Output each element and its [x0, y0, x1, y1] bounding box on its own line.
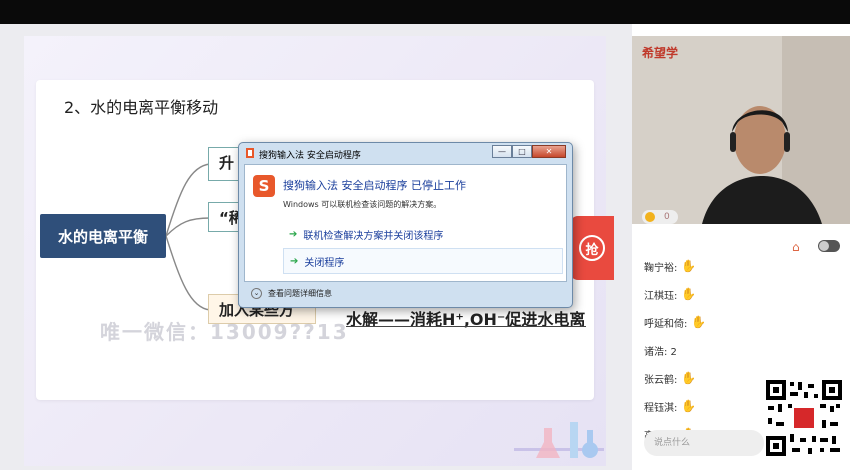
brand-logo: 希望学	[642, 46, 679, 60]
green-arrow-icon: ➔	[290, 255, 299, 267]
close-program-option[interactable]: ➔ 关闭程序	[283, 248, 563, 274]
raise-hand-icon: ✋	[681, 259, 697, 273]
dialog-heading: 搜狗输入法 安全启动程序 已停止工作	[283, 179, 466, 192]
app-window-icon	[246, 148, 254, 158]
chat-toggle[interactable]	[818, 240, 840, 252]
teacher-video: 希望学	[632, 36, 850, 224]
chat-input[interactable]: 说点什么	[644, 430, 764, 456]
home-icon[interactable]: ⌂	[792, 240, 800, 254]
chat-sender: 张云鹤:	[644, 374, 678, 386]
chat-message: 程钰淇: ✋	[644, 392, 774, 420]
note-underline	[346, 326, 586, 327]
chat-sender: 呼延和倚:	[644, 318, 688, 330]
raise-hand-icon: ✋	[681, 371, 697, 385]
dialog-body: S 搜狗输入法 安全启动程序 已停止工作 Windows 可以联机检查该问题的解…	[244, 164, 567, 282]
coin-counter: 0	[642, 210, 678, 224]
lab-flask-icon	[514, 422, 604, 458]
raise-hand-icon: ✋	[681, 399, 697, 413]
minimize-button[interactable]: —	[492, 145, 512, 158]
dialog-subtext: Windows 可以联机检查该问题的解决方案。	[283, 200, 442, 209]
chat-sender: 鞠宁裕:	[644, 262, 678, 274]
check-online-label: 联机检查解决方案并关闭该程序	[303, 230, 444, 242]
chat-sender: 程钰淇:	[644, 402, 678, 414]
raise-hand-icon: ✋	[691, 315, 707, 329]
error-dialog: 搜狗输入法 安全启动程序 — □ ✕ S 搜狗输入法 安全启动程序 已停止工作 …	[238, 142, 573, 308]
chat-message: 呼延和倚: ✋	[644, 308, 774, 336]
chat-message: 鞠宁裕: ✋	[644, 252, 774, 280]
chat-message: 张云鹤: ✋	[644, 364, 774, 392]
coin-icon	[645, 212, 655, 222]
chevron-down-icon: ⌄	[251, 288, 262, 299]
qr-code-icon	[764, 378, 844, 458]
chat-sender: 江棋珏:	[644, 290, 678, 302]
coin-count: 0	[664, 212, 670, 222]
close-program-label: 关闭程序	[304, 257, 345, 269]
sogou-logo-icon: S	[253, 175, 275, 197]
watermark-text: 唯一微信：13009??13	[100, 320, 349, 344]
grab-button-label: 抢	[579, 235, 605, 261]
slide-section-title: 2、水的电离平衡移动	[64, 98, 219, 117]
mindmap-root-node: 水的电离平衡	[40, 214, 166, 258]
toggle-knob	[819, 241, 829, 251]
chat-message: 江棋珏: ✋	[644, 280, 774, 308]
teacher-figure	[632, 36, 850, 224]
grab-button[interactable]: 抢	[570, 216, 614, 280]
maximize-button[interactable]: □	[512, 145, 532, 158]
chat-sender: 诸浩: 2	[644, 346, 677, 358]
window-buttons: — □ ✕	[492, 145, 566, 158]
close-button[interactable]: ✕	[532, 145, 566, 158]
green-arrow-icon: ➔	[289, 228, 298, 240]
top-bar	[0, 0, 850, 24]
dialog-titlebar[interactable]: 搜狗输入法 安全启动程序 — □ ✕	[239, 143, 572, 163]
details-toggle[interactable]: ⌄ 查看问题详细信息	[251, 288, 332, 299]
dialog-title: 搜狗输入法 安全启动程序	[259, 151, 361, 161]
chat-list: 鞠宁裕:✋ 江棋珏:✋ 呼延和倚:✋ 诸浩: 2 张云鹤:✋ 程钰淇:✋ 高鑫睿…	[644, 252, 774, 448]
chat-message: 诸浩: 2	[644, 336, 774, 364]
check-online-option[interactable]: ➔ 联机检查解决方案并关闭该程序	[283, 221, 563, 247]
details-label: 查看问题详细信息	[268, 289, 332, 298]
raise-hand-icon: ✋	[681, 287, 697, 301]
